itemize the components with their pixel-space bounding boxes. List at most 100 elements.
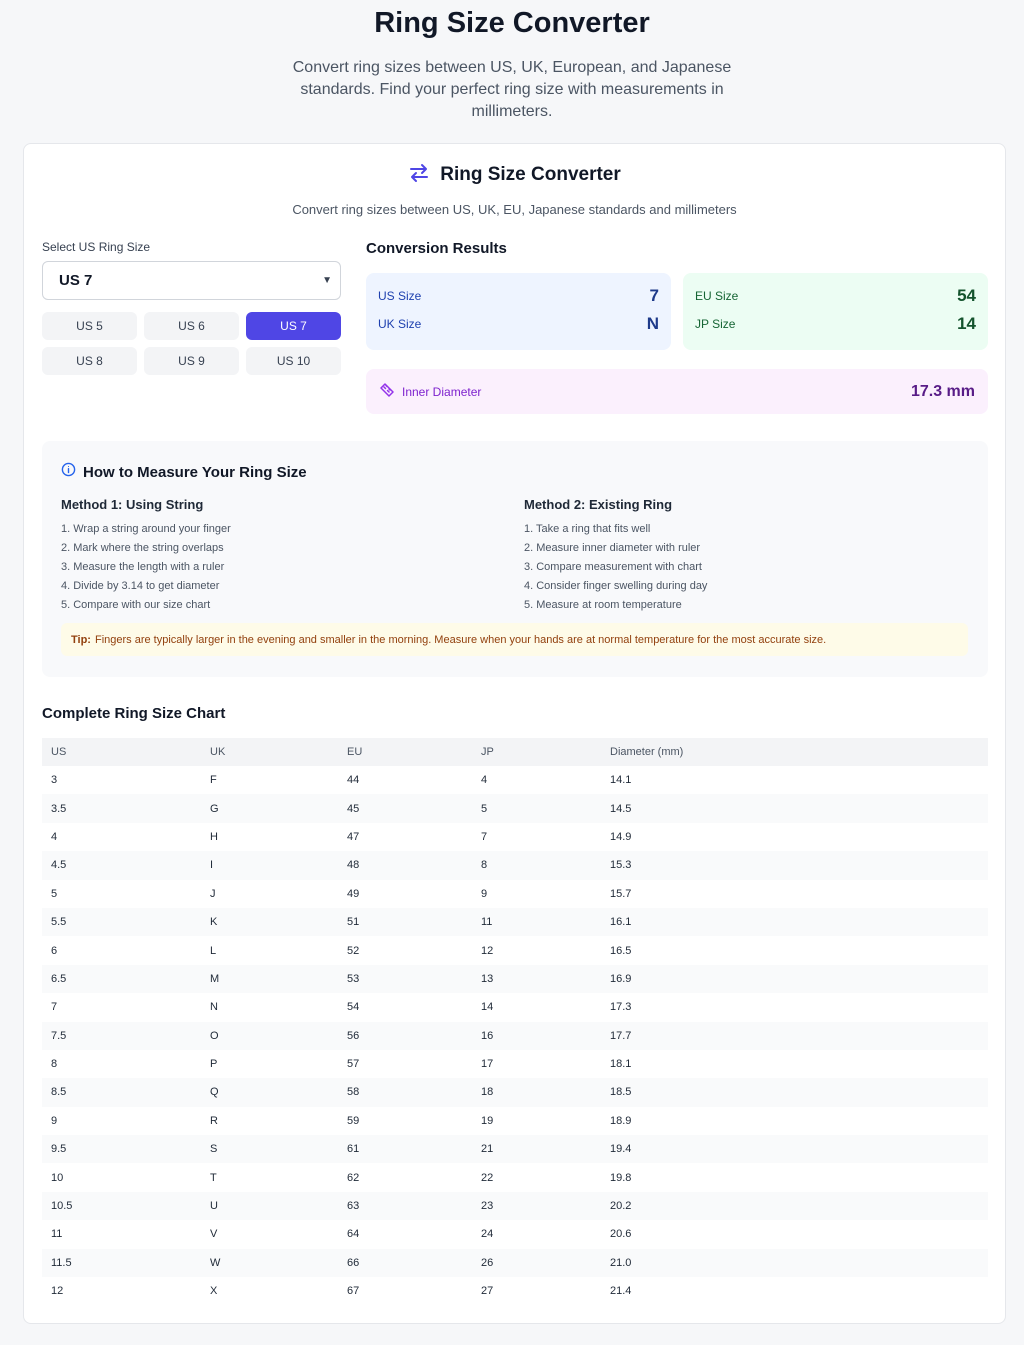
table-cell: 15.7 <box>610 887 632 900</box>
table-cell: 15.3 <box>601 851 988 880</box>
table-cell: 59 <box>347 1114 360 1127</box>
table-row: 9 R 59 19 18.9 <box>42 1107 988 1135</box>
inner-diameter-result: Inner Diameter 17.3 mm <box>366 369 988 414</box>
method-step: 1. Wrap a string around your finger <box>61 523 231 535</box>
column-header-diameter: Diameter (mm) <box>601 738 988 766</box>
table-cell: 4.5 <box>42 851 201 880</box>
quick-size-button[interactable]: US 6 <box>144 312 239 340</box>
us-size-select[interactable]: US 7 ▼ <box>42 261 341 300</box>
table-row: 5 J 49 9 15.7 <box>42 880 988 908</box>
table-cell: 23 <box>472 1191 601 1221</box>
table-cell: 20.2 <box>601 1191 988 1221</box>
table-cell: 4 <box>51 830 58 843</box>
table-cell: 14.1 <box>610 774 632 787</box>
table-cell: 17.3 <box>610 1001 632 1014</box>
table-cell: 17.7 <box>601 1021 988 1050</box>
quick-size-button[interactable]: US 9 <box>144 347 239 375</box>
quick-size-button[interactable]: US 5 <box>42 312 137 340</box>
table-cell: S <box>201 1135 338 1164</box>
table-cell: 17 <box>481 1058 494 1071</box>
chevron-down-icon: ▼ <box>322 275 332 286</box>
table-row: 10.5 U 63 23 20.2 <box>42 1191 988 1221</box>
table-cell: G <box>201 794 338 823</box>
table-cell: 5.5 <box>42 907 201 937</box>
table-row: 11.5 W 66 26 21.0 <box>42 1248 988 1278</box>
method-step: 4. Divide by 3.14 to get diameter <box>61 580 220 592</box>
table-cell: 44 <box>347 774 360 787</box>
quick-size-button-active[interactable]: US 7 <box>246 312 341 340</box>
method-step: 5. Measure at room temperature <box>524 599 682 611</box>
size-chart-title: Complete Ring Size Chart <box>42 705 226 722</box>
table-cell: T <box>210 1171 217 1184</box>
table-cell: 16.9 <box>601 964 988 994</box>
size-chart-table: US UK EU JP Diameter (mm) 3 F 44 4 14.1 3.5 G 4… <box>42 738 988 1305</box>
table-cell: 66 <box>338 1248 472 1278</box>
table-cell: 12 <box>51 1285 64 1298</box>
table-cell: Q <box>201 1078 338 1107</box>
table-row: 8.5 Q 58 18 18.5 <box>42 1078 988 1107</box>
table-cell: U <box>201 1191 338 1221</box>
method-step: 4. Consider finger swelling during day <box>524 580 708 592</box>
table-cell: 8 <box>472 851 601 880</box>
table-cell: 18.5 <box>601 1078 988 1107</box>
table-cell: 18.1 <box>610 1058 632 1071</box>
uk-size-value: N <box>646 314 659 333</box>
method-step: 3. Measure the length with a ruler <box>61 561 225 573</box>
table-cell: 51 <box>338 907 472 937</box>
table-cell: V <box>210 1228 218 1241</box>
tip-text: Fingers are typically larger in the even… <box>94 633 827 646</box>
quick-size-button[interactable]: US 8 <box>42 347 137 375</box>
table-cell: 21.4 <box>610 1285 632 1298</box>
table-row: 3.5 G 45 5 14.5 <box>42 794 988 823</box>
inner-diameter-label: Inner Diameter <box>402 384 482 399</box>
table-cell: 49 <box>347 887 360 900</box>
table-cell: 4 <box>481 774 488 787</box>
table-cell: 11.5 <box>42 1248 201 1278</box>
eu-jp-results: EU Size 54 JP Size 14 <box>683 273 988 350</box>
table-cell: M <box>201 964 338 994</box>
table-row: 6 L 52 12 16.5 <box>42 936 988 964</box>
table-cell: 9.5 <box>42 1135 201 1164</box>
table-cell: W <box>201 1248 338 1278</box>
quick-size-button[interactable]: US 10 <box>246 347 341 375</box>
table-cell: 5 <box>472 794 601 823</box>
tip-label: Tip: <box>71 633 91 646</box>
method-existing-ring: Method 2: Existing Ring 1. Take a ring t… <box>524 497 944 615</box>
method-step: 2. Measure inner diameter with ruler <box>524 542 701 554</box>
table-cell: 5 <box>51 887 58 900</box>
table-cell: 64 <box>347 1228 360 1241</box>
selected-size: US 7 <box>59 272 93 289</box>
table-cell: 24 <box>481 1228 494 1241</box>
method-step: 2. Mark where the string overlaps <box>61 542 224 554</box>
measure-guide: How to Measure Your Ring Size Method 1: … <box>42 441 988 677</box>
table-cell: 7 <box>481 830 488 843</box>
table-cell: 67 <box>347 1285 360 1298</box>
table-cell: I <box>201 851 338 880</box>
table-cell: 20.6 <box>610 1228 632 1241</box>
table-cell: 58 <box>338 1078 472 1107</box>
table-cell: 56 <box>338 1021 472 1050</box>
table-cell: 52 <box>347 944 360 957</box>
table-cell: 13 <box>472 964 601 994</box>
eu-size-label: EU Size <box>695 289 739 303</box>
table-cell: 6.5 <box>42 964 201 994</box>
table-cell: 6 <box>51 944 58 957</box>
table-cell: 14.5 <box>601 794 988 823</box>
table-cell: 9 <box>481 887 488 900</box>
table-cell: 27 <box>481 1285 494 1298</box>
column-header-uk: UK <box>201 738 338 766</box>
table-cell: 16.5 <box>610 944 632 957</box>
table-cell: 19 <box>481 1114 494 1127</box>
measure-title: How to Measure Your Ring Size <box>83 463 307 481</box>
table-cell: 16.1 <box>601 907 988 937</box>
table-cell: L <box>210 944 217 957</box>
table-row: 4.5 I 48 8 15.3 <box>42 851 988 880</box>
table-cell: 47 <box>347 830 360 843</box>
table-cell: 7.5 <box>42 1021 201 1050</box>
table-row: 4 H 47 7 14.9 <box>42 823 988 851</box>
table-row: 7 N 54 14 17.3 <box>42 993 988 1021</box>
table-cell: J <box>210 887 216 900</box>
table-cell: 3.5 <box>42 794 201 823</box>
page-title: Ring Size Converter <box>374 7 650 39</box>
method-title: Method 2: Existing Ring <box>524 497 673 512</box>
